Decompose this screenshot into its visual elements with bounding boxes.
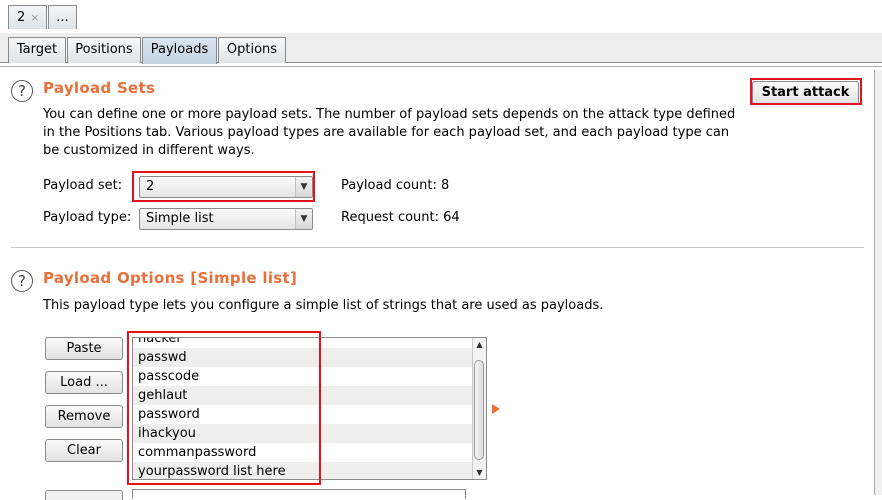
request-count-label: Request count: 64 [341,210,460,225]
section-divider [11,247,864,248]
chevron-down-icon: ▼ [295,177,312,197]
payload-set-value: 2 [146,179,155,194]
request-count-label-text: Request count: [341,210,439,225]
payload-options-description: This payload type lets you configure a s… [43,298,604,313]
attack-config-tabs: Target Positions Payloads Options [0,33,882,64]
scroll-down-arrow-icon[interactable]: ▼ [473,466,486,479]
payload-set-label: Payload set: [43,178,123,193]
attack-tab-more-label: ... [56,10,69,25]
scroll-thumb[interactable] [474,360,484,460]
attack-tab-2[interactable]: 2 × [8,5,47,29]
payload-count-label-text: Payload count: [341,178,437,193]
attack-tab-bar: 2 × ... [0,0,882,34]
orange-triangle-right-icon[interactable] [492,404,500,414]
payload-type-label: Payload type: [43,210,132,225]
payload-options-title: Payload Options [Simple list] [43,269,298,287]
description-line: You can define one or more payload sets.… [43,107,736,122]
payload-count-value: 8 [441,178,450,193]
list-item[interactable]: passcode [133,367,474,386]
paste-button[interactable]: Paste [45,337,123,360]
panel-scrollbar[interactable] [874,70,882,495]
question-circle-icon[interactable]: ? [11,80,33,102]
description-line: in the Positions tab. Various payload ty… [43,125,730,140]
clear-button[interactable]: Clear [45,439,123,462]
list-item[interactable]: yourpassword list here [133,462,474,479]
attack-tab-label: 2 [17,10,26,25]
list-item[interactable]: hacker [133,338,474,348]
scroll-up-arrow-icon[interactable]: ▲ [473,338,486,351]
payload-count-label: Payload count: 8 [341,178,449,193]
add-button[interactable] [45,490,123,500]
list-item[interactable]: commanpassword [133,443,474,462]
list-scrollbar[interactable]: ▲ ▼ [472,338,486,479]
payload-sets-description: You can define one or more payload sets.… [43,106,735,160]
list-item[interactable]: password [133,405,474,424]
list-item[interactable]: gehlaut [133,386,474,405]
tab-target[interactable]: Target [8,37,66,63]
description-line: be customized in different ways. [43,143,255,158]
payload-list[interactable]: hacker passwd passcode gehlaut password … [132,337,487,480]
tab-options[interactable]: Options [218,37,286,63]
list-item[interactable]: ihackyou [133,424,474,443]
tab-positions[interactable]: Positions [67,37,141,63]
payload-type-dropdown[interactable]: Simple list ▼ [139,208,313,230]
request-count-value: 64 [443,210,460,225]
add-item-input[interactable] [132,489,466,499]
payload-type-value: Simple list [146,211,214,226]
chevron-down-icon: ▼ [295,209,312,229]
remove-button[interactable]: Remove [45,405,123,428]
payload-list-items: hacker passwd passcode gehlaut password … [133,338,474,479]
attack-tab-more[interactable]: ... [48,5,77,29]
close-icon[interactable]: × [30,11,39,24]
list-item[interactable]: passwd [133,348,474,367]
start-attack-button[interactable]: Start attack [752,81,859,105]
load-button[interactable]: Load ... [45,371,123,394]
question-circle-icon[interactable]: ? [11,270,33,292]
payload-sets-title: Payload Sets [43,79,156,97]
tab-payloads[interactable]: Payloads [142,37,217,64]
payload-set-dropdown[interactable]: 2 ▼ [139,176,313,198]
